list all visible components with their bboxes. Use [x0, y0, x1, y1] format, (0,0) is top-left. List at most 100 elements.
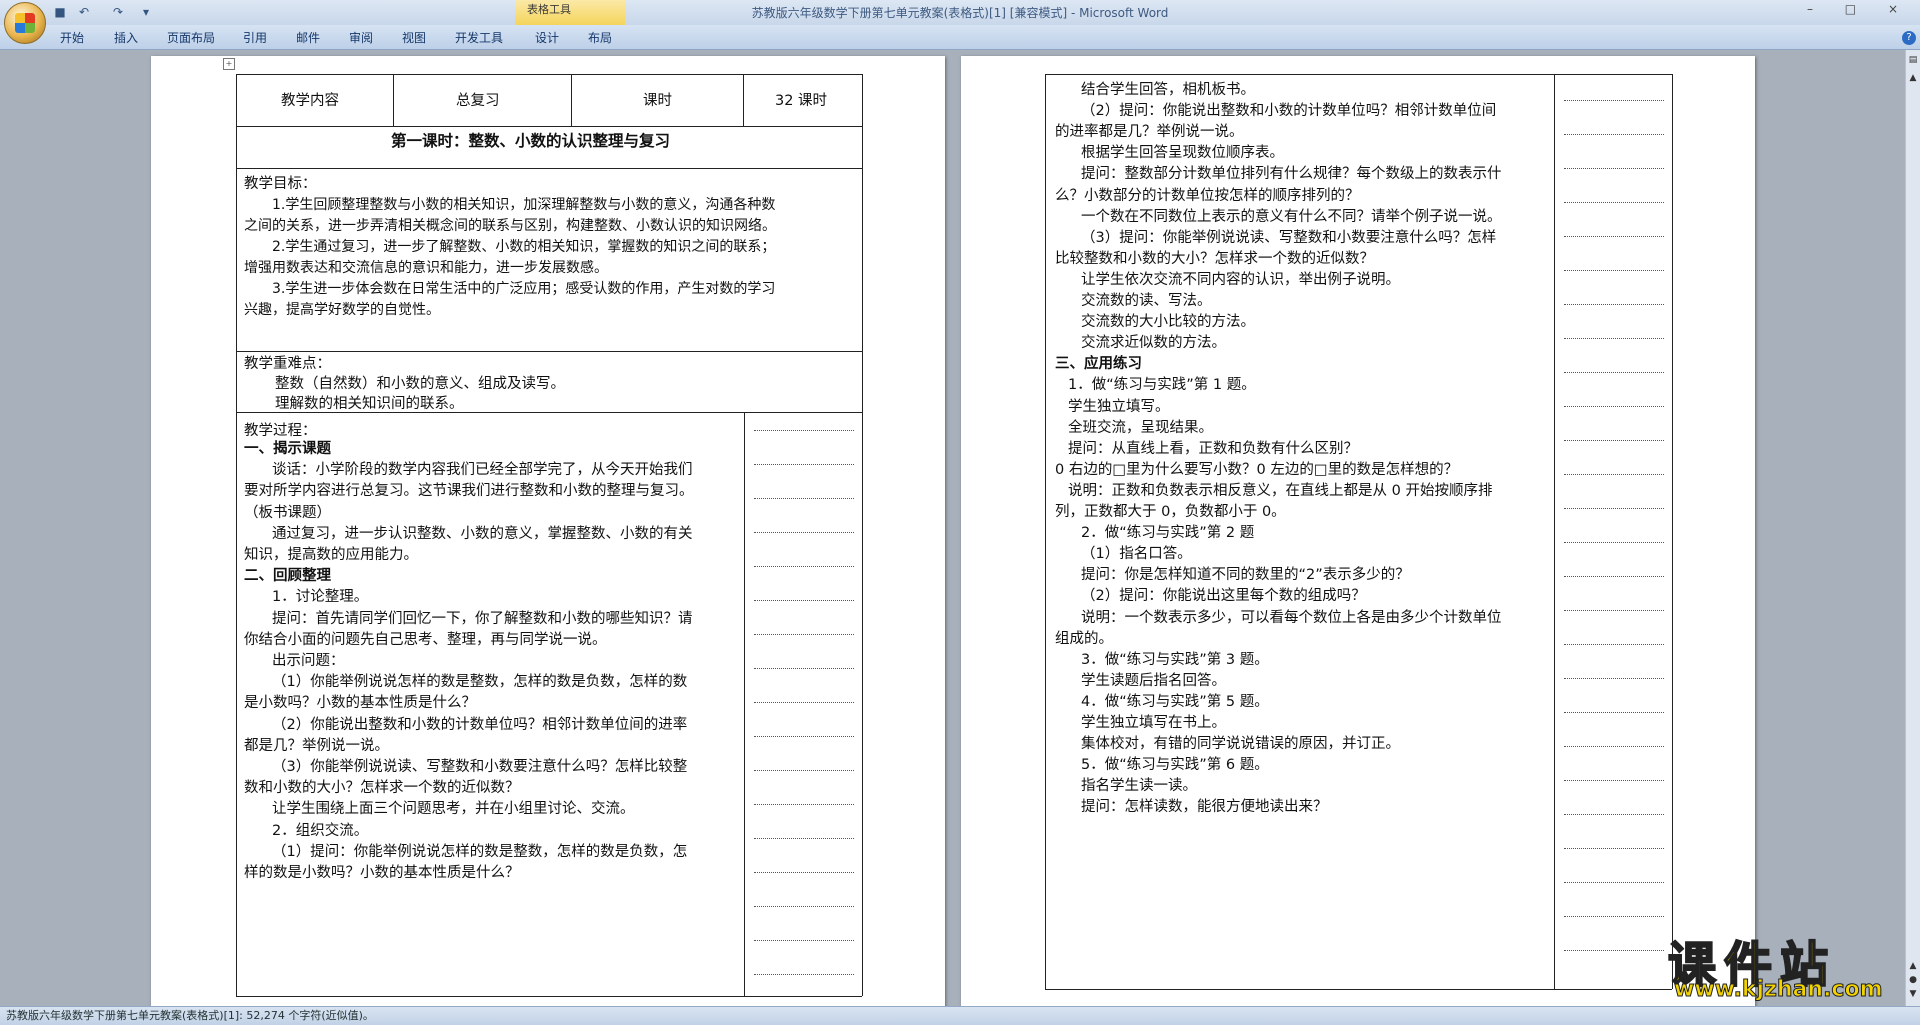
- note-dotted-line: [1564, 134, 1664, 135]
- note-dotted-line: [754, 600, 854, 601]
- maximize-button[interactable]: □: [1845, 2, 1870, 16]
- window-title: 苏教版六年级数学下册第七单元教案(表格式)[1] [兼容模式] - Micros…: [751, 6, 1169, 20]
- note-dotted-line: [1564, 406, 1664, 407]
- tab-mailings[interactable]: 邮件: [296, 29, 320, 46]
- page-1[interactable]: + 教学内容 总复习 课时 32 课时 第一课时：整数、小数的认识整理与复习 教…: [151, 56, 945, 1016]
- note-dotted-line: [1564, 644, 1664, 645]
- text-line: 样的数是小数吗？小数的基本性质是什么？: [244, 865, 520, 881]
- note-dotted-line: [1564, 372, 1664, 373]
- text-line: 5．做“练习与实践”第 6 题。: [1081, 757, 1269, 774]
- text-line: 让学生依次交流不同内容的认识，举出例子说明。: [1081, 271, 1400, 288]
- site-watermark: 课件站 www.kjzhan.com: [1667, 925, 1900, 1003]
- tab-review[interactable]: 审阅: [349, 29, 373, 46]
- text-line: 指名学生读一读。: [1081, 778, 1197, 795]
- text-line: 2．组织交流。: [272, 822, 369, 839]
- minimize-button[interactable]: –: [1807, 2, 1827, 16]
- ruler-toggle-icon[interactable]: ▤: [1907, 54, 1919, 66]
- text-line: （3）提问：你能举例说说读、写整数和小数要注意什么吗？怎样: [1081, 229, 1497, 246]
- note-dotted-line: [1564, 202, 1664, 203]
- text-line: 要对所学内容进行总复习。这节课我们进行整数和小数的整理与复习。: [244, 483, 694, 500]
- text-line: （1）提问：你能举例说说怎样的数是整数，怎样的数是负数，怎: [272, 843, 688, 860]
- select-browse-object-icon[interactable]: ●: [1907, 974, 1919, 986]
- text-line: （2）提问：你能说出这里每个数的组成吗？: [1081, 588, 1366, 605]
- text-line: 让学生围绕上面三个问题思考，并在小组里讨论、交流。: [272, 801, 635, 818]
- goal-line: 1.学生回顾整理整数与小数的相关知识，加深理解整数与小数的意义，沟通各种数: [272, 197, 776, 213]
- text-line: 0 右边的□里为什么要写小数？0 左边的□里的数是怎样想的？: [1055, 461, 1459, 478]
- header-cell-topic: 总复习: [456, 93, 500, 109]
- office-button[interactable]: [4, 2, 46, 44]
- note-dotted-line: [754, 668, 854, 669]
- text-line: 全班交流，呈现结果。: [1068, 419, 1213, 436]
- goal-line: 增强用数表达和交流信息的意识和能力，进一步发展数感。: [244, 260, 608, 276]
- text-line: 学生独立填写。: [1068, 398, 1170, 415]
- text-line: （1）你能举例说说怎样的数是整数，怎样的数是负数，怎样的数: [272, 674, 688, 691]
- text-line: 2．做“练习与实践”第 2 题: [1081, 525, 1255, 542]
- goals-heading: 教学目标：: [244, 176, 317, 192]
- note-dotted-line: [754, 498, 854, 499]
- note-dotted-line: [1564, 780, 1664, 781]
- ribbon-tabs: 开始 插入 页面布局 引用 邮件 审阅 视图 开发工具 设计 布局: [0, 25, 1920, 50]
- text-line: 学生读题后指名回答。: [1081, 672, 1226, 689]
- note-dotted-line: [754, 906, 854, 907]
- text-line: 提问：你是怎样知道不同的数里的“2”表示多少的？: [1081, 567, 1410, 584]
- text-line: 你结合小面的问题先自己思考、整理，再与同学说一说。: [244, 631, 607, 648]
- text-line: 组成的。: [1055, 630, 1113, 647]
- note-dotted-line: [754, 634, 854, 635]
- note-dotted-line: [1564, 542, 1664, 543]
- text-line: 提问：怎样读数，能很方便地读出来？: [1081, 799, 1328, 816]
- status-bar: 苏教版六年级数学下册第七单元教案(表格式)[1]: 52,274 个字符(近似值…: [0, 1006, 1920, 1025]
- page-2[interactable]: 结合学生回答，相机板书。 （2）提问：你能说出整数和小数的计数单位吗？相邻计数单位…: [961, 56, 1755, 1016]
- close-button[interactable]: ×: [1888, 2, 1912, 16]
- note-dotted-line: [1564, 610, 1664, 611]
- tab-layout[interactable]: 布局: [588, 29, 612, 46]
- note-dotted-line: [1564, 712, 1664, 713]
- text-line: 一个数在不同数位上表示的意义有什么不同？请举个例子说一说。: [1081, 208, 1502, 225]
- text-line: 二、回顾整理: [244, 568, 331, 585]
- note-dotted-line: [1564, 304, 1664, 305]
- text-line: 比较整数和小数的大小？怎样求一个数的近似数？: [1055, 250, 1374, 267]
- text-line: 交流数的大小比较的方法。: [1081, 314, 1255, 331]
- text-line: 是小数吗？小数的基本性质是什么？: [244, 695, 476, 712]
- note-dotted-line: [1564, 338, 1664, 339]
- tab-view[interactable]: 视图: [402, 29, 426, 46]
- text-line: 交流数的读、写法。: [1081, 293, 1212, 309]
- text-line: 结合学生回答，相机板书。: [1081, 82, 1255, 98]
- goal-line: 兴趣，提高学好数学的自觉性。: [244, 302, 440, 318]
- note-dotted-line: [1564, 746, 1664, 747]
- note-dotted-line: [1564, 474, 1664, 475]
- tab-design[interactable]: 设计: [535, 29, 559, 46]
- lesson-title: 第一课时：整数、小数的认识整理与复习: [391, 132, 671, 150]
- previous-page-icon[interactable]: ▲: [1907, 960, 1919, 972]
- note-dotted-line: [1564, 440, 1664, 441]
- text-line: 么？小数部分的计数单位按怎样的顺序排列的？: [1055, 187, 1360, 204]
- scroll-up-icon[interactable]: ▲: [1907, 72, 1919, 84]
- note-dotted-line: [754, 532, 854, 533]
- text-line: （3）你能举例说说读、写整数和小数要注意什么吗？怎样比较整: [272, 759, 688, 775]
- tab-insert[interactable]: 插入: [114, 29, 138, 46]
- note-dotted-line: [1564, 508, 1664, 509]
- vertical-scrollbar[interactable]: ▤ ▲ ▲ ● ▼: [1905, 50, 1920, 1006]
- header-cell-content: 教学内容: [281, 93, 339, 109]
- note-dotted-line: [754, 940, 854, 941]
- note-dotted-line: [1564, 236, 1664, 237]
- help-icon[interactable]: ?: [1902, 31, 1916, 45]
- next-page-icon[interactable]: ▼: [1907, 988, 1919, 1000]
- note-dotted-line: [754, 838, 854, 839]
- watermark-url: www.kjzhan.com: [1674, 977, 1884, 1003]
- note-dotted-line: [1564, 882, 1664, 883]
- window-controls[interactable]: – □ ×: [1807, 2, 1912, 16]
- note-dotted-line: [754, 770, 854, 771]
- key-heading: 教学重难点：: [244, 356, 331, 372]
- note-dotted-line: [754, 872, 854, 873]
- tab-home[interactable]: 开始: [60, 29, 84, 46]
- note-dotted-line: [754, 430, 854, 431]
- key-point-1: 整数（自然数）和小数的意义、组成及读写。: [275, 376, 565, 392]
- tab-developer[interactable]: 开发工具: [455, 29, 503, 46]
- text-line: （板书课题）: [244, 504, 331, 521]
- note-dotted-line: [754, 566, 854, 567]
- table-move-handle-icon[interactable]: +: [223, 58, 235, 70]
- tab-references[interactable]: 引用: [243, 29, 267, 46]
- tab-page-layout[interactable]: 页面布局: [167, 29, 215, 46]
- text-line: 3．做“练习与实践”第 3 题。: [1081, 651, 1269, 668]
- header-cell-period-label: 课时: [643, 93, 672, 109]
